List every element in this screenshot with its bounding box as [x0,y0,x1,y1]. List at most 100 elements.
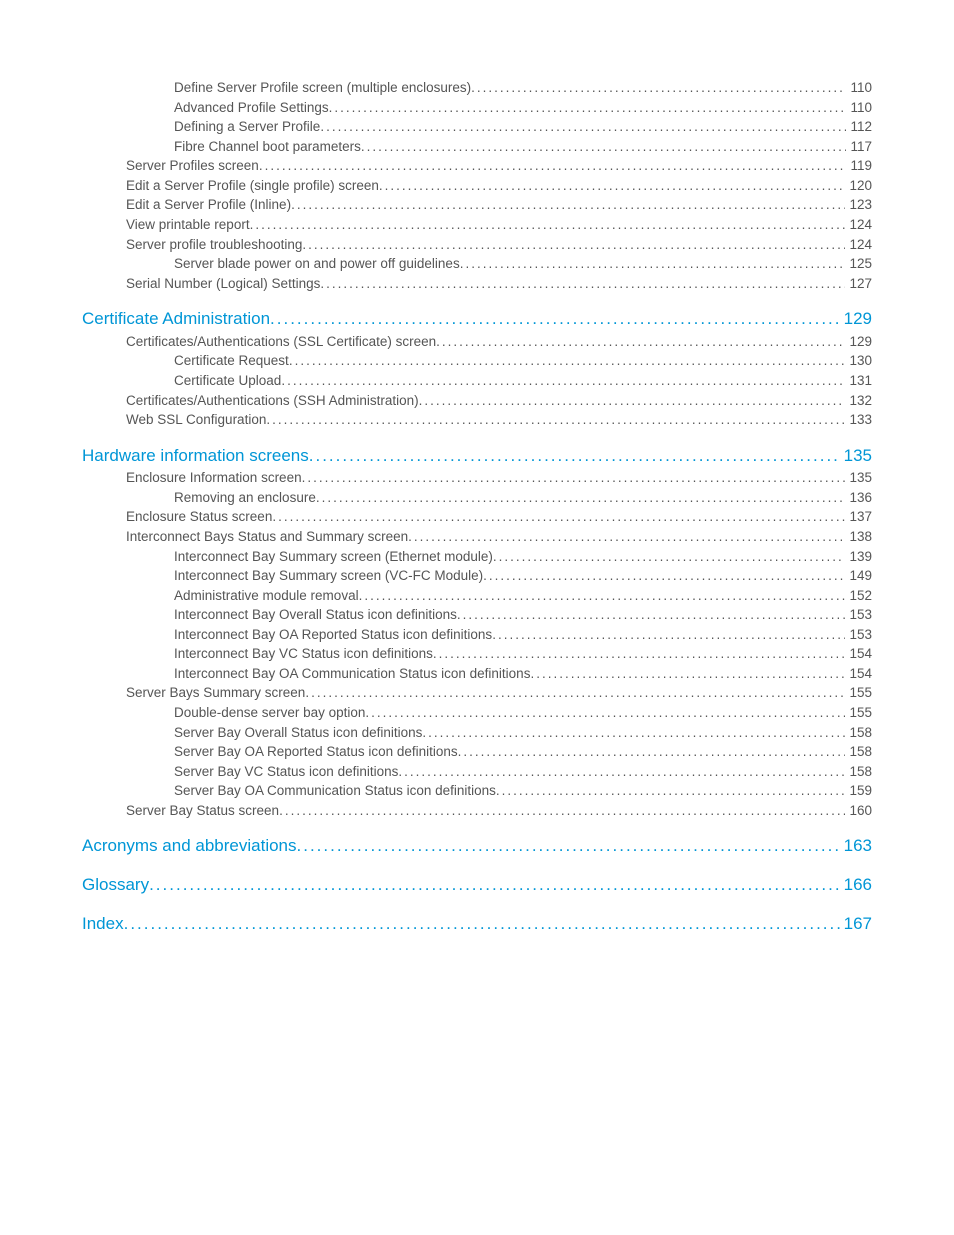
toc-entry-page: 129 [840,307,872,332]
toc-entry-page: 119 [846,156,872,176]
toc-entry-label: Server Profiles screen [126,156,259,176]
toc-entry-page: 138 [845,527,872,547]
toc-entry-page: 158 [845,762,872,782]
toc-entry[interactable]: Server Bay OA Communication Status icon … [82,781,872,801]
toc-entry[interactable]: Defining a Server Profile112 [82,117,872,137]
toc-entry[interactable]: Administrative module removal152 [82,586,872,606]
toc-entry[interactable]: Enclosure Status screen137 [82,507,872,527]
toc-entry-page: 124 [845,235,872,255]
toc-entry-page: 166 [840,873,872,898]
toc-entry[interactable]: Certificate Administration 129 [82,307,872,332]
toc-entry-page: 158 [845,723,872,743]
toc-entry-label: Index [82,912,124,937]
toc-entry-label: View printable report [126,215,250,235]
toc-leader-dots [305,683,845,703]
toc-entry[interactable]: Fibre Channel boot parameters117 [82,137,872,157]
toc-entry[interactable]: Certificates/Authentications (SSH Admini… [82,391,872,411]
toc-entry[interactable]: Index 167 [82,912,872,937]
toc-entry[interactable]: Certificate Request130 [82,351,872,371]
toc-entry-label: Interconnect Bay OA Communication Status… [174,664,530,684]
toc-entry-label: Certificates/Authentications (SSH Admini… [126,391,419,411]
toc-entry[interactable]: Interconnect Bay VC Status icon definiti… [82,644,872,664]
toc-entry-page: 120 [845,176,872,196]
toc-entry[interactable]: Server Bay OA Reported Status icon defin… [82,742,872,762]
toc-entry[interactable]: Edit a Server Profile (single profile) s… [82,176,872,196]
toc-entry-page: 153 [845,625,872,645]
toc-entry[interactable]: Server Bay VC Status icon definitions 158 [82,762,872,782]
toc-entry-page: 127 [845,274,872,294]
toc-leader-dots [266,410,845,430]
toc-entry[interactable]: Interconnect Bays Status and Summary scr… [82,527,872,547]
toc-entry-page: 117 [846,137,872,157]
toc-entry[interactable]: Interconnect Bay Summary screen (VC-FC M… [82,566,872,586]
toc-entry-label: Web SSL Configuration [126,410,266,430]
toc-leader-dots [250,215,846,235]
toc-entry-page: 131 [845,371,872,391]
toc-entry-label: Interconnect Bay Overall Status icon def… [174,605,457,625]
toc-leader-dots [483,566,845,586]
toc-entry[interactable]: Hardware information screens135 [82,444,872,469]
toc-entry-label: Glossary [82,873,149,898]
toc-leader-dots [316,488,846,508]
toc-entry[interactable]: Certificate Upload 131 [82,371,872,391]
toc-entry-label: Interconnect Bay VC Status icon definiti… [174,644,433,664]
toc-leader-dots [365,703,845,723]
toc-entry[interactable]: Server Bays Summary screen155 [82,683,872,703]
toc-entry[interactable]: Server profile troubleshooting124 [82,235,872,255]
toc-entry-label: Certificate Administration [82,307,270,332]
toc-entry-page: 154 [845,644,872,664]
toc-leader-dots [302,235,845,255]
toc-entry[interactable]: Glossary 166 [82,873,872,898]
toc-entry[interactable]: Acronyms and abbreviations163 [82,834,872,859]
toc-leader-dots [422,723,845,743]
toc-entry[interactable]: Serial Number (Logical) Settings127 [82,274,872,294]
toc-leader-dots [458,742,846,762]
toc-entry[interactable]: Removing an enclosure136 [82,488,872,508]
toc-entry-page: 135 [845,468,872,488]
toc-entry-page: 158 [845,742,872,762]
toc-entry[interactable]: Certificates/Authentications (SSL Certif… [82,332,872,352]
toc-leader-dots [457,605,846,625]
toc-entry-page: 125 [845,254,872,274]
toc-entry-page: 129 [845,332,872,352]
toc-entry-label: Server Bays Summary screen [126,683,305,703]
toc-entry[interactable]: Interconnect Bay OA Reported Status icon… [82,625,872,645]
toc-entry-label: Define Server Profile screen (multiple e… [174,78,471,98]
toc-entry-page: 153 [845,605,872,625]
toc-leader-dots [124,912,840,937]
toc-entry[interactable]: Web SSL Configuration133 [82,410,872,430]
toc-entry-label: Interconnect Bay OA Reported Status icon… [174,625,492,645]
toc-leader-dots [433,644,846,664]
toc-entry[interactable]: Interconnect Bay Overall Status icon def… [82,605,872,625]
toc-entry[interactable]: Interconnect Bay Summary screen (Etherne… [82,547,872,567]
toc-entry-page: 167 [840,912,872,937]
toc-entry-label: Interconnect Bay Summary screen (Etherne… [174,547,493,567]
toc-entry-label: Server Bay VC Status icon definitions [174,762,398,782]
toc-entry[interactable]: Define Server Profile screen (multiple e… [82,78,872,98]
toc-entry-page: 132 [845,391,872,411]
toc-entry[interactable]: Interconnect Bay OA Communication Status… [82,664,872,684]
toc-entry[interactable]: Enclosure Information screen135 [82,468,872,488]
toc-page: Define Server Profile screen (multiple e… [0,0,954,936]
toc-entry-label: Certificate Upload [174,371,281,391]
toc-entry-page: 130 [845,351,872,371]
toc-entry-label: Interconnect Bay Summary screen (VC-FC M… [174,566,483,586]
toc-entry-label: Double-dense server bay option [174,703,365,723]
toc-entry[interactable]: Double-dense server bay option155 [82,703,872,723]
toc-entry-label: Advanced Profile Settings [174,98,329,118]
toc-entry[interactable]: Server Bay Overall Status icon definitio… [82,723,872,743]
toc-leader-dots [289,351,846,371]
toc-entry[interactable]: Server blade power on and power off guid… [82,254,872,274]
toc-entry[interactable]: Server Profiles screen 119 [82,156,872,176]
toc-entry-page: 152 [845,586,872,606]
toc-entry[interactable]: Edit a Server Profile (Inline)123 [82,195,872,215]
toc-entry[interactable]: View printable report124 [82,215,872,235]
toc-entry-page: 136 [845,488,872,508]
toc-leader-dots [329,98,847,118]
toc-entry-label: Defining a Server Profile [174,117,320,137]
toc-entry[interactable]: Server Bay Status screen160 [82,801,872,821]
toc-leader-dots [361,137,847,157]
toc-entry[interactable]: Advanced Profile Settings110 [82,98,872,118]
toc-leader-dots [530,664,845,684]
toc-entry-label: Server blade power on and power off guid… [174,254,460,274]
